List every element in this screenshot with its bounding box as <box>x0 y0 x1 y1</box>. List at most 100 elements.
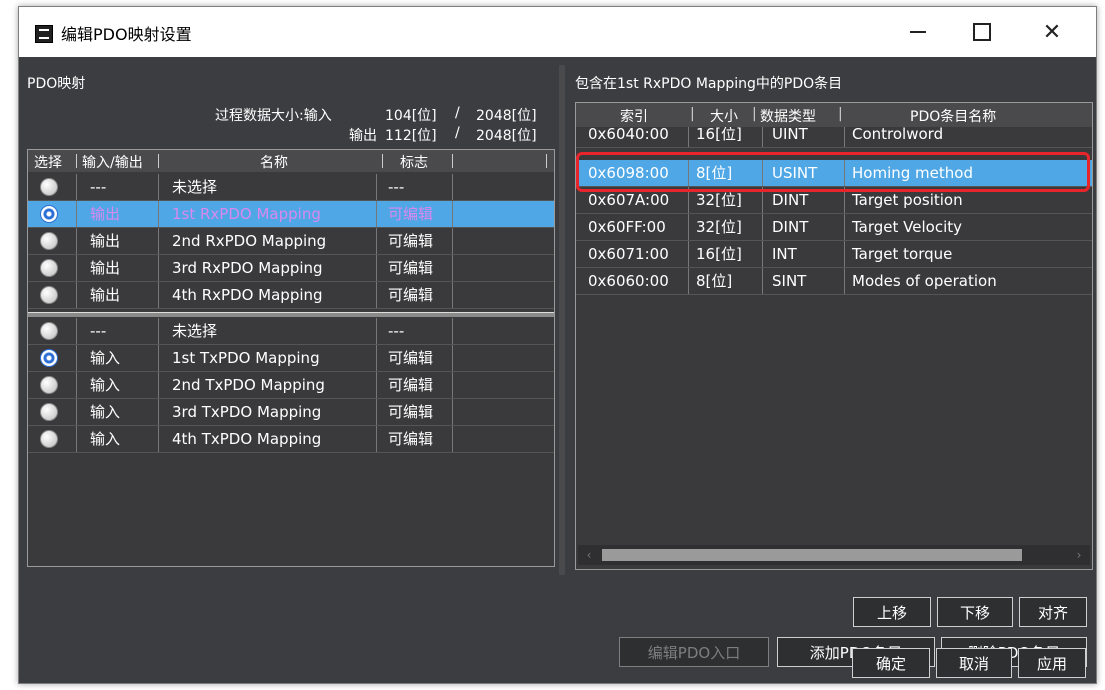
row-name: 1st RxPDO Mapping <box>172 205 321 223</box>
radio-button[interactable] <box>40 286 58 304</box>
size-output-value: 112[位] <box>385 128 437 144</box>
radio-button[interactable] <box>40 322 58 340</box>
cell-size: 8[位] <box>696 272 733 290</box>
scroll-left-icon[interactable]: ‹ <box>582 548 596 562</box>
radio-button[interactable] <box>40 178 58 196</box>
row-flag: --- <box>388 178 405 196</box>
cell-type: DINT <box>772 218 809 236</box>
row-flag: 可编辑 <box>388 205 434 223</box>
cell-name: Target Velocity <box>852 218 963 236</box>
cancel-button[interactable]: 取消 <box>936 648 1012 678</box>
row-io: 输入 <box>90 376 121 394</box>
highlight-annotation <box>576 152 1090 192</box>
col-entry-name[interactable]: PDO条目名称 <box>910 106 996 126</box>
row-io: --- <box>90 322 107 340</box>
row-flag: 可编辑 <box>388 403 434 421</box>
maximize-icon <box>973 23 991 41</box>
list-item[interactable]: --- 未选择 --- <box>28 318 554 345</box>
col-type[interactable]: 数据类型 <box>760 106 816 126</box>
group-divider <box>28 312 554 317</box>
scroll-right-icon[interactable]: › <box>1072 548 1086 562</box>
close-icon: ✕ <box>1042 19 1062 45</box>
col-io[interactable]: 输入/输出 <box>82 152 143 172</box>
row-flag: --- <box>388 322 405 340</box>
col-size[interactable]: 大小 <box>710 106 738 126</box>
row-io: 输出 <box>90 232 121 250</box>
row-flag: 可编辑 <box>388 349 434 367</box>
col-select[interactable]: 选择 <box>34 152 62 172</box>
scrollbar-thumb[interactable] <box>602 549 1022 561</box>
radio-button[interactable] <box>40 430 58 448</box>
horizontal-scrollbar[interactable]: ‹ › <box>578 545 1090 565</box>
pdo-mapping-table: 选择 输入/输出 名称 标志 --- 未选择 --- 输出 1st RxPDO … <box>27 149 555 567</box>
cell-type: INT <box>772 245 797 263</box>
cell-size: 16[位] <box>696 245 742 263</box>
pdo-entries-label: 包含在1st RxPDO Mapping中的PDO条目 <box>575 76 843 92</box>
table-header: 选择 输入/输出 名称 标志 <box>28 150 554 172</box>
list-item[interactable]: 输入 3rd TxPDO Mapping 可编辑 <box>28 399 554 426</box>
col-flag[interactable]: 标志 <box>400 152 428 172</box>
size-output-label: 输出 <box>349 128 377 144</box>
radio-button-selected[interactable] <box>40 205 58 223</box>
maximize-button[interactable] <box>959 7 1005 57</box>
radio-button-selected[interactable] <box>40 349 58 367</box>
align-button[interactable]: 对齐 <box>1019 597 1087 627</box>
radio-button[interactable] <box>40 376 58 394</box>
row-io: 输入 <box>90 403 121 421</box>
row-io: 输入 <box>90 430 121 448</box>
window-title: 编辑PDO映射设置 <box>61 25 192 44</box>
cell-index: 0x6060:00 <box>588 272 669 290</box>
size-input-max: 2048[位] <box>476 108 537 124</box>
row-io: 输出 <box>90 286 121 304</box>
list-item-selected[interactable]: 输出 1st RxPDO Mapping 可编辑 <box>28 201 554 228</box>
cell-index: 0x6071:00 <box>588 245 669 263</box>
move-down-button[interactable]: 下移 <box>937 597 1013 627</box>
row-io: 输出 <box>90 205 121 223</box>
row-io: --- <box>90 178 107 196</box>
table-row[interactable]: 0x6071:00 16[位] INT Target torque <box>576 241 1092 268</box>
cell-type: UINT <box>772 127 808 143</box>
size-output-max: 2048[位] <box>476 128 537 144</box>
table-row[interactable]: 0x60FF:00 32[位] DINT Target Velocity <box>576 214 1092 241</box>
minimize-button[interactable] <box>895 7 941 57</box>
row-flag: 可编辑 <box>388 286 434 304</box>
list-item[interactable]: 输出 4th RxPDO Mapping 可编辑 <box>28 282 554 309</box>
list-item[interactable]: 输入 4th TxPDO Mapping 可编辑 <box>28 426 554 453</box>
list-item[interactable]: 输出 2nd RxPDO Mapping 可编辑 <box>28 228 554 255</box>
table-row[interactable]: 0x6060:00 8[位] SINT Modes of operation <box>576 268 1092 295</box>
radio-button[interactable] <box>40 232 58 250</box>
cell-name: Controlword <box>852 127 944 143</box>
col-index[interactable]: 索引 <box>620 106 648 126</box>
radio-button[interactable] <box>40 259 58 277</box>
edit-pdo-entry-button[interactable]: 编辑PDO入口 <box>619 637 769 667</box>
pdo-mapping-label: PDO映射 <box>27 76 86 92</box>
list-item[interactable]: 输入 2nd TxPDO Mapping 可编辑 <box>28 372 554 399</box>
radio-button[interactable] <box>40 403 58 421</box>
row-name: 2nd TxPDO Mapping <box>172 376 325 394</box>
cell-type: SINT <box>772 272 807 290</box>
cell-name: Target torque <box>852 245 953 263</box>
apply-button[interactable]: 应用 <box>1018 648 1086 678</box>
cell-size: 16[位] <box>696 127 742 143</box>
row-flag: 可编辑 <box>388 259 434 277</box>
cell-size: 32[位] <box>696 218 742 236</box>
list-item[interactable]: --- 未选择 --- <box>28 174 554 201</box>
close-button[interactable]: ✕ <box>1029 7 1075 57</box>
table-header: 索引 | 大小 | 数据类型 | PDO条目名称 <box>576 103 1092 127</box>
row-flag: 可编辑 <box>388 232 434 250</box>
row-name: 未选择 <box>172 322 218 340</box>
row-io: 输出 <box>90 259 121 277</box>
row-flag: 可编辑 <box>388 430 434 448</box>
row-name: 3rd TxPDO Mapping <box>172 403 322 421</box>
row-name: 1st TxPDO Mapping <box>172 349 320 367</box>
splitter[interactable] <box>559 65 565 575</box>
col-name[interactable]: 名称 <box>260 152 288 172</box>
list-item[interactable]: 输入 1st TxPDO Mapping 可编辑 <box>28 345 554 372</box>
ok-button[interactable]: 确定 <box>852 648 930 678</box>
size-input-label: 过程数据大小:输入 <box>215 108 332 124</box>
table-row[interactable]: 0x6040:00 16[位] UINT Controlword <box>576 127 1092 148</box>
app-icon <box>35 25 53 43</box>
move-up-button[interactable]: 上移 <box>853 597 931 627</box>
size-input-slash: / <box>455 105 460 121</box>
list-item[interactable]: 输出 3rd RxPDO Mapping 可编辑 <box>28 255 554 282</box>
